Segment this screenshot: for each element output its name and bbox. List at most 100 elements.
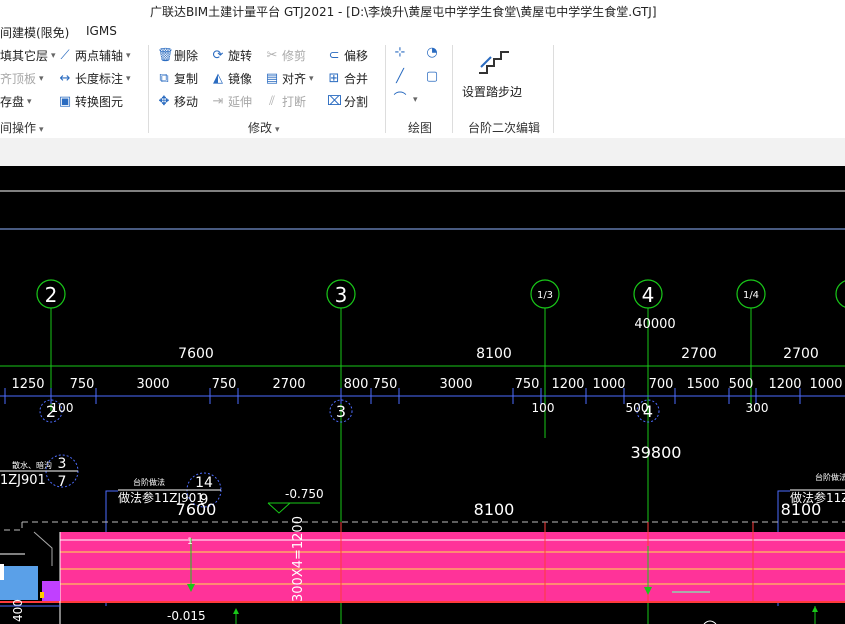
divider [148,45,149,133]
break-icon: ⫽ [269,93,275,109]
callout-number: 14 [195,475,213,491]
group-label-modify[interactable]: 修改 ▾ [248,119,280,136]
trash-icon: 🗑 [157,47,174,63]
sub-dimension: 1500 [686,377,719,392]
lower-dimension: 100 [51,401,74,415]
arc-icon: ⌒ [393,92,407,107]
align-button[interactable]: ▤ 对齐 ▾ [265,70,314,87]
group-label-space-operation[interactable]: 间操作 ▾ [0,119,44,136]
sub-dimension: 500 [729,377,754,392]
sub-dimension: 3000 [439,377,472,392]
sub-dimension: 1250 [11,377,44,392]
label: 修改 [248,121,273,135]
sub-dimension: 3000 [136,377,169,392]
draw-arc-button[interactable]: ⌒ ▾ [393,92,418,107]
trim-icon: ✂ [266,47,278,63]
span-dimension: 2700 [783,346,819,362]
callout-number: 7 [58,474,67,490]
label: 合并 [344,72,369,86]
draw-rectangle-button[interactable]: ▢ [425,70,442,84]
axis-label: 4 [642,283,655,307]
span-dimension-lower: 7600 [176,500,217,519]
callout-ref: 1ZJ901 [0,473,46,488]
break-button[interactable]: ⫽ 打断 [265,93,306,110]
merge-button[interactable]: ⊞ 合并 [327,70,368,87]
sub-dimension: 1200 [768,377,801,392]
stair-fill-region[interactable] [60,532,845,602]
extend-button[interactable]: ⇥ 延伸 [211,93,252,110]
set-step-edge-button[interactable]: 设置踏步边 [459,45,529,101]
menu-bar: 间建模(限免) IGMS [0,22,845,41]
offset-button[interactable]: ⊂ 偏移 [327,47,368,64]
label: 长度标注 [75,72,124,86]
sub-dimension: 1000 [809,377,842,392]
copy-icon: ⧉ [159,70,169,86]
align-top-slab-button[interactable]: 齐顶板 ▾ [0,70,44,87]
save-disk-button[interactable]: 存盘 ▾ [0,93,32,110]
total-dimension: 40000 [634,317,675,332]
callout-number: 3 [58,456,67,472]
chevron-down-icon: ▾ [275,125,280,135]
draw-point-button[interactable]: ⊹ [393,46,410,60]
mirror-icon: ◭ [213,70,223,86]
label: 存盘 [0,95,25,109]
rotate-icon: ⟳ [212,47,224,63]
label: 转换图元 [75,95,124,109]
span-dimension-lower: 8100 [781,500,822,519]
vertical-note: 300X4=1200 [291,516,306,602]
span-dimension: 2700 [681,346,717,362]
label: 移动 [174,95,199,109]
draw-circle-button[interactable]: ◔ [425,46,442,60]
split-button[interactable]: ⌧ 分割 [327,93,368,110]
chevron-down-icon: ▾ [413,95,418,105]
label: 修剪 [282,49,307,63]
aux-axis-icon: ⟋ [60,47,70,63]
offset-icon: ⊂ [328,47,340,63]
move-button[interactable]: ✥ 移动 [157,93,198,110]
group-label-stair-edit: 台阶二次编辑 [468,121,541,135]
menu-item-space-modeling[interactable]: 间建模(限免) [0,24,69,41]
title-bar: 广联达BIM土建计量平台 GTJ2021 - [D:\李焕升\黄屋屯中学学生食堂… [0,0,845,22]
label: 删除 [174,49,199,63]
sub-dimension: 800 [344,377,369,392]
chevron-down-icon: ▾ [309,73,314,84]
draw-line-button[interactable]: ╱ [393,70,410,84]
ribbon-bottom-strip [0,138,845,166]
label: 打断 [282,95,307,109]
chevron-down-icon: ▾ [126,73,131,84]
mirror-button[interactable]: ◭ 镜像 [211,70,252,87]
elevation-bottom: -0.015 [167,609,206,623]
ribbon: 填其它层 ▾ 齐顶板 ▾ 存盘 ▾ 间操作 ▾ ⟋ 两点辅轴 ▾ ↔ 长度标注 ▾ ▣ 转换图元 … [0,41,845,139]
window-title: 广联达BIM土建计量平台 GTJ2021 - [D:\李焕升\黄屋屯中学学生食堂… [150,5,657,19]
lower-dimension: 300 [746,401,769,415]
label: 偏移 [344,49,369,63]
axis-label-lower: 3 [336,402,346,421]
span-dimension-lower: 8100 [474,500,515,519]
blue-element[interactable] [0,566,38,600]
two-point-aux-axis-button[interactable]: ⟋ 两点辅轴 ▾ [58,47,130,64]
fill-other-layer-button[interactable]: 填其它层 ▾ [0,47,56,64]
axis-bubble[interactable] [835,280,845,308]
sub-dimension: 2700 [272,377,305,392]
menu-item-igms[interactable]: IGMS [86,24,117,38]
label: 设置踏步边 [462,85,523,99]
label: 填其它层 [0,49,49,63]
copy-button[interactable]: ⧉ 复制 [157,70,198,87]
delete-button[interactable]: 🗑 删除 [157,47,198,64]
chevron-down-icon: ▾ [51,50,56,61]
divider [452,45,453,133]
circle-icon: ◔ [426,45,438,60]
rotate-button[interactable]: ⟳ 旋转 [211,47,252,64]
label: 分割 [344,95,369,109]
trim-button[interactable]: ✂ 修剪 [265,47,306,64]
label: 延伸 [228,95,253,109]
callout-label: 台阶做法 [815,472,845,482]
total-dimension-lower: 39800 [631,443,682,462]
sub-dimension: 1000 [592,377,625,392]
purple-element[interactable] [42,581,60,601]
align-icon: ▤ [265,70,279,86]
drawing-canvas[interactable]: 2 3 1/3 4 1/4 40000 7600 8100 2700 2700 … [0,166,845,624]
convert-element-button[interactable]: ▣ 转换图元 [58,93,123,110]
label: 间操作 [0,121,37,135]
length-dimension-button[interactable]: ↔ 长度标注 ▾ [58,70,131,87]
